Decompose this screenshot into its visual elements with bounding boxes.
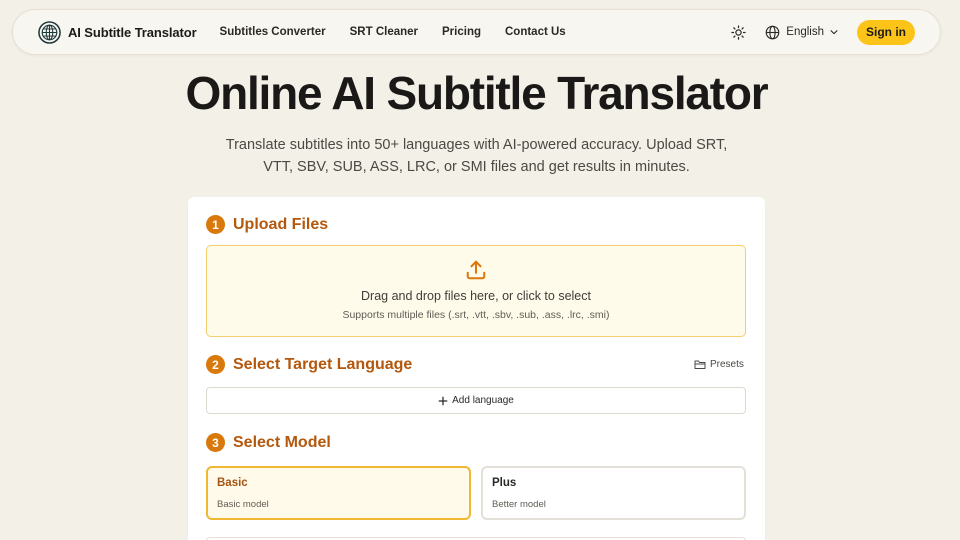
brand-name: AI Subtitle Translator [68, 24, 197, 40]
model-option-basic[interactable]: Basic Basic model [206, 466, 471, 520]
upload-icon [466, 260, 486, 280]
nav-link-contact-us[interactable]: Contact Us [505, 26, 566, 38]
step-title: Upload Files [233, 215, 329, 233]
folder-icon [694, 360, 706, 369]
dropzone-hint: Supports multiple files (.srt, .vtt, .sb… [342, 309, 610, 321]
step-model-header: 3 Select Model [206, 433, 331, 452]
page-subtitle: Translate subtitles into 50+ languages w… [225, 137, 728, 175]
presets-button[interactable]: Presets [694, 359, 744, 370]
nav-link-subtitles-converter[interactable]: Subtitles Converter [220, 26, 326, 38]
model-option-plus[interactable]: Plus Better model [481, 466, 746, 520]
translator-card: 1 Upload Files Drag and drop files here,… [188, 197, 765, 540]
step-number-badge: 2 [206, 355, 225, 374]
theme-toggle-button[interactable] [729, 23, 747, 41]
step-title: Select Model [233, 433, 331, 451]
sun-icon [731, 24, 746, 40]
step-upload-header: 1 Upload Files [206, 215, 328, 234]
brand[interactable]: AI Subtitle Translator [38, 20, 197, 44]
chevron-down-icon [830, 30, 838, 35]
step-number-badge: 1 [206, 215, 225, 234]
top-navbar: AI Subtitle Translator Subtitles Convert… [12, 9, 941, 55]
plus-icon [438, 396, 448, 405]
step-title: Select Target Language [233, 355, 413, 373]
globe-icon [765, 25, 780, 39]
language-label: English [786, 26, 824, 38]
nav-actions: English Sign in [729, 19, 915, 45]
file-dropzone[interactable]: Drag and drop files here, or click to se… [206, 245, 746, 337]
step-language-header: 2 Select Target Language [206, 355, 412, 374]
page-title: Online AI Subtitle Translator [185, 67, 768, 119]
model-description: Better model [492, 499, 546, 510]
sign-in-button[interactable]: Sign in [857, 19, 915, 45]
model-description: Basic model [217, 499, 269, 510]
globe-logo-icon [38, 20, 61, 44]
add-language-label: Add language [452, 395, 514, 406]
nav-link-srt-cleaner[interactable]: SRT Cleaner [350, 26, 418, 38]
add-language-button[interactable]: Add language [206, 387, 746, 414]
dropzone-text: Drag and drop files here, or click to se… [361, 289, 591, 303]
nav-link-pricing[interactable]: Pricing [442, 26, 481, 38]
step-number-badge: 3 [206, 433, 225, 452]
model-name: Basic [217, 477, 248, 489]
language-selector[interactable]: English [765, 25, 839, 40]
nav-links: Subtitles Converter SRT Cleaner Pricing … [220, 26, 590, 38]
presets-label: Presets [710, 359, 744, 370]
model-name: Plus [492, 477, 517, 489]
